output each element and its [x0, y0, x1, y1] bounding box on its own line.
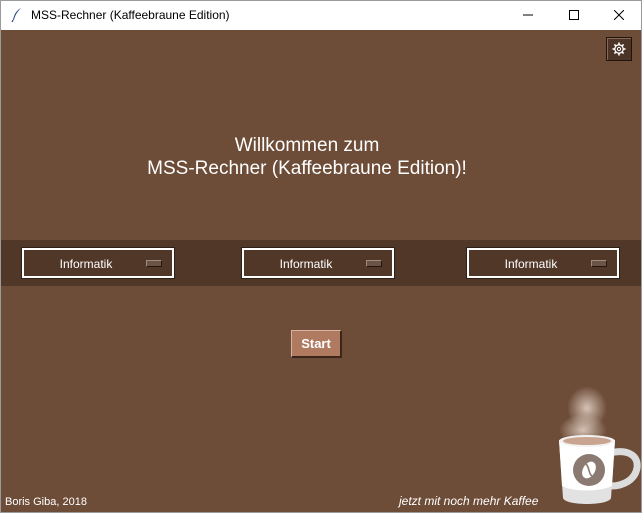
coffee-cup-icon — [559, 386, 641, 504]
close-button[interactable] — [596, 1, 641, 30]
subject-dropdown-2-value: Informatik — [279, 257, 333, 271]
minimize-button[interactable] — [505, 1, 551, 30]
maximize-button[interactable] — [551, 1, 597, 30]
subject-dropdown-3[interactable]: Informatik — [466, 247, 620, 279]
start-button[interactable]: Start — [291, 330, 342, 358]
subject-dropdown-1-value: Informatik — [59, 257, 113, 271]
feather-icon — [9, 7, 25, 23]
subject-dropdown-2[interactable]: Informatik — [241, 247, 395, 279]
app-window: MSS-Rechner (Kaffeebraune Edition) Willk… — [0, 0, 642, 513]
close-icon — [614, 10, 624, 20]
settings-button[interactable] — [606, 37, 632, 61]
dropdown-indicator-icon — [146, 260, 162, 267]
dropdown-indicator-icon — [591, 260, 607, 267]
minimize-icon — [523, 14, 533, 16]
footer-slogan: jetzt mit noch mehr Kaffee — [399, 494, 539, 508]
welcome-heading: Willkommen zum MSS-Rechner (Kaffeebraune… — [1, 134, 613, 180]
dropdown-indicator-icon — [366, 260, 382, 267]
main-content: Willkommen zum MSS-Rechner (Kaffeebraune… — [1, 30, 641, 512]
welcome-line-2: MSS-Rechner (Kaffeebraune Edition)! — [147, 158, 467, 179]
maximize-icon — [569, 10, 579, 20]
subject-selection-bar: Informatik Informatik Informatik — [1, 240, 641, 286]
subject-dropdown-1[interactable]: Informatik — [21, 247, 175, 279]
footer-credit: Boris Giba, 2018 — [5, 496, 87, 508]
subject-dropdown-3-value: Informatik — [504, 257, 558, 271]
welcome-line-1: Willkommen zum — [234, 135, 380, 156]
gear-icon — [612, 42, 626, 56]
title-bar[interactable]: MSS-Rechner (Kaffeebraune Edition) — [1, 1, 641, 30]
window-title: MSS-Rechner (Kaffeebraune Edition) — [31, 8, 230, 22]
